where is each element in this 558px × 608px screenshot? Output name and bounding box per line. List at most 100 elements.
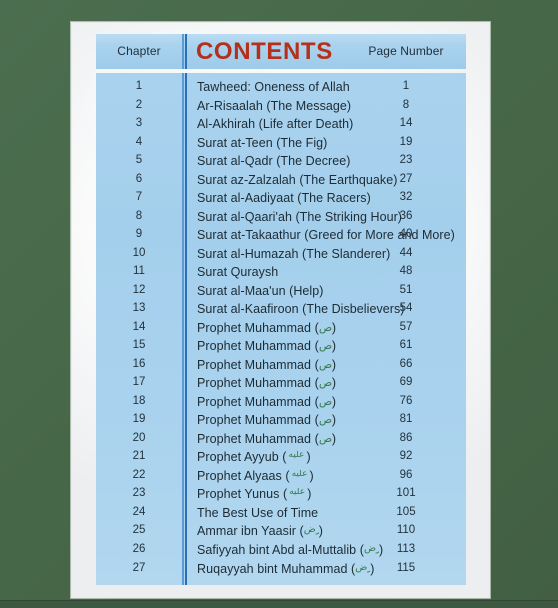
chapter-number: 26 [132, 543, 146, 555]
honorific-saw-icon: (ص) [311, 320, 337, 335]
chapter-title-text: Ar-Risaalah (The Message) [197, 98, 352, 113]
chapter-number: 5 [135, 154, 143, 167]
chapter-title-text: Prophet Yunus [197, 487, 280, 502]
chapter-title-text: Prophet Muhammad [197, 357, 312, 372]
honorific-glyph: رض [303, 525, 319, 536]
chapter-title: Prophet Yunus (عليه) [197, 487, 311, 501]
chapter-title-text: The Best Use of Time [197, 505, 319, 520]
chapter-number: 13 [132, 302, 146, 315]
chapter-title: Surat at-Teen (The Fig) [197, 136, 327, 150]
chapter-title: Surat al-Maa'un (Help) [197, 284, 323, 298]
table-row: 15 Prophet Muhammad (ص) 61 [96, 339, 466, 357]
page-number: 86 [399, 431, 413, 444]
chapter-title-text: Ruqayyah bint Muhammad [197, 561, 348, 576]
honorific-glyph: ص [318, 340, 332, 353]
chapter-title: Prophet Muhammad (ص) [197, 339, 336, 353]
page-number: 23 [399, 154, 413, 167]
chapter-title-text: Tawheed: Oneness of Allah [197, 80, 350, 94]
page-number: 115 [396, 561, 416, 574]
chapter-title: Prophet Alyaas (عليه) [197, 469, 314, 483]
table-row: 26 Safiyyah bint Abd al-Muttalib (رض) 113 [96, 543, 466, 561]
chapter-column-header: Chapter [117, 44, 161, 58]
chapter-title-text: Surat al-Qadr (The Decree) [197, 154, 351, 169]
honorific-saw-icon: (ص) [311, 357, 337, 372]
chapter-title-text: Surat al-Maa'un (Help) [197, 283, 324, 298]
header-column-divider [182, 34, 188, 69]
chapter-number: 6 [135, 172, 143, 185]
contents-body-band: 1 Tawheed: Oneness of Allah 1 2 Ar-Risaalah … [96, 73, 466, 585]
chapter-number: 18 [132, 394, 146, 407]
table-row: 27 Ruqayyah bint Muhammad (رض) 115 [96, 562, 466, 580]
chapter-title: Surat al-Qadr (The Decree) [197, 154, 350, 168]
honorific-glyph: عليه [289, 488, 306, 498]
chapter-title: Ar-Risaalah (The Message) [197, 99, 351, 113]
honorific-glyph: عليه [291, 469, 309, 479]
chapter-number: 19 [132, 413, 146, 426]
chapter-title: Prophet Ayyub (عليه) [197, 450, 311, 464]
chapter-number: 1 [135, 80, 143, 92]
page-number: 44 [399, 246, 413, 259]
honorific-glyph: ص [318, 321, 332, 334]
table-row: 11 Surat Quraysh 48 [96, 265, 466, 283]
table-row: 24 The Best Use of Time 105 [96, 506, 466, 524]
chapter-number: 23 [132, 487, 146, 500]
honorific-saw-icon: (ص) [311, 413, 337, 428]
chapter-title: Prophet Muhammad (ص) [197, 432, 336, 446]
honorific-saw-icon: (ص) [311, 431, 337, 446]
table-row: 9 Surat at-Takaathur (Greed for More and … [96, 228, 466, 246]
page-number: 51 [399, 283, 413, 296]
chapter-title: Tawheed: Oneness of Allah [197, 80, 350, 94]
chapter-number: 11 [133, 265, 145, 278]
honorific-glyph: عليه [288, 451, 306, 461]
table-row: 16 Prophet Muhammad (ص) 66 [96, 358, 466, 376]
table-row: 3 Al-Akhirah (Life after Death) 14 [96, 117, 466, 135]
table-row: 6 Surat az-Zalzalah (The Earthquake) 27 [96, 173, 466, 191]
chapter-title: Surat Quraysh [197, 265, 278, 279]
table-row: 18 Prophet Muhammad (ص) 76 [96, 395, 466, 413]
chapter-title-text: Safiyyah bint Abd al-Muttalib [197, 543, 357, 557]
honorific-glyph: ص [318, 358, 332, 371]
chapter-title-text: Prophet Muhammad [197, 431, 312, 446]
table-row: 1 Tawheed: Oneness of Allah 1 [96, 80, 466, 98]
chapter-number: 25 [132, 524, 146, 537]
page-number: 113 [396, 543, 416, 555]
chapter-number: 14 [132, 320, 146, 333]
chapter-number: 24 [132, 505, 146, 518]
page-number: 101 [396, 487, 416, 500]
page-number: 27 [399, 172, 413, 185]
chapter-title-text: Surat al-Aadiyaat (The Racers) [197, 191, 371, 206]
table-row: 8 Surat al-Qaari'ah (The Striking Hour) 36 [96, 210, 466, 228]
table-row: 10 Surat al-Humazah (The Slanderer) 44 [96, 247, 466, 265]
chapter-title-text: Prophet Ayyub [197, 450, 279, 465]
honorific-saw-icon: (ص) [311, 376, 337, 391]
chapter-number: 17 [132, 376, 146, 389]
backdrop-rule [0, 600, 558, 608]
page-number: 40 [399, 228, 413, 241]
chapter-title: Prophet Muhammad (ص) [197, 358, 336, 372]
chapter-title-text: Prophet Muhammad [197, 394, 312, 409]
table-row: 12 Surat al-Maa'un (Help) 51 [96, 284, 466, 302]
honorific-as-icon: (عليه) [278, 450, 311, 465]
table-row: 17 Prophet Muhammad (ص) 69 [96, 376, 466, 394]
page-number: 36 [399, 209, 413, 222]
page-number: 19 [399, 135, 413, 148]
chapter-title: Al-Akhirah (Life after Death) [197, 117, 353, 131]
page-number: 81 [399, 413, 413, 426]
chapter-title: Prophet Muhammad (ص) [197, 413, 336, 427]
page-number: 66 [399, 357, 413, 370]
chapter-title-text: Prophet Muhammad [197, 339, 312, 354]
chapter-number: 22 [132, 468, 146, 481]
chapter-number: 16 [132, 357, 146, 370]
table-row: 19 Prophet Muhammad (ص) 81 [96, 413, 466, 431]
page-number: 32 [399, 191, 413, 204]
screenshot-scene: Tawheed is the belief that Allah is the … [0, 0, 558, 608]
page-number: 110 [396, 524, 416, 537]
chapter-number: 4 [135, 135, 143, 148]
honorific-saw-icon: (ص) [311, 339, 337, 354]
honorific-ra-icon: (رض) [295, 524, 323, 539]
page-title: CONTENTS [196, 38, 333, 65]
table-row: 5 Surat al-Qadr (The Decree) 23 [96, 154, 466, 172]
page-number: 1 [402, 80, 410, 92]
page-number: 8 [402, 98, 410, 111]
chapter-title: Prophet Muhammad (ص) [197, 376, 336, 390]
